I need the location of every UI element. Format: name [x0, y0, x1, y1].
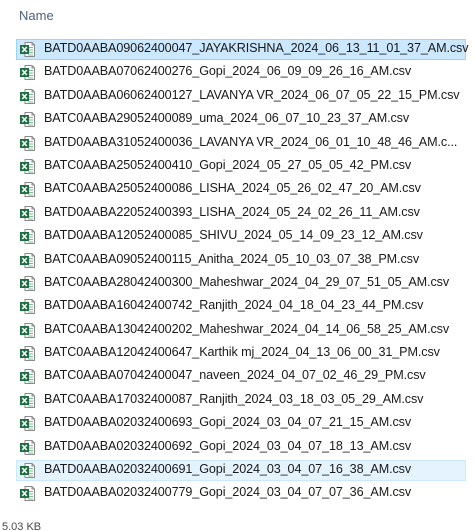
file-name[interactable]: BATC0AABA07042400047_naveen_2024_04_07_0… — [44, 368, 426, 382]
file-name[interactable]: BATC0AABA13042400202_Maheshwar_2024_04_1… — [44, 322, 449, 336]
file-name[interactable]: BATD0AABA22052400393_LISHA_2024_05_24_02… — [44, 205, 420, 219]
file-row[interactable]: BATC0AABA09052400115_Anitha_2024_05_10_0… — [0, 249, 474, 272]
file-row[interactable]: BATD0AABA09062400047_JAYAKRISHNA_2024_06… — [0, 38, 474, 61]
file-name[interactable]: BATD0AABA06062400127_LAVANYA VR_2024_06_… — [44, 88, 460, 102]
file-row[interactable]: BATD0AABA12052400085_SHIVU_2024_05_14_09… — [0, 225, 474, 248]
excel-csv-icon — [20, 112, 35, 128]
excel-csv-icon — [20, 346, 35, 362]
file-name[interactable]: BATD0AABA16042400742_Ranjith_2024_04_18_… — [44, 298, 423, 312]
file-name[interactable]: BATD0AABA12052400085_SHIVU_2024_05_14_09… — [44, 228, 423, 242]
file-row[interactable]: BATD0AABA31052400036_LAVANYA VR_2024_06_… — [0, 132, 474, 155]
excel-csv-icon — [20, 322, 35, 338]
excel-csv-icon — [20, 392, 35, 408]
column-header[interactable]: Name — [0, 0, 474, 34]
file-name[interactable]: BATC0AABA09052400115_Anitha_2024_05_10_0… — [44, 252, 419, 266]
file-row[interactable]: BATD0AABA07062400276_Gopi_2024_06_09_09_… — [0, 61, 474, 84]
column-header-name[interactable]: Name — [19, 8, 54, 23]
file-name[interactable]: BATC0AABA17032400087_Ranjith_2024_03_18_… — [44, 392, 423, 406]
file-row[interactable]: BATC0AABA25052400410_Gopi_2024_05_27_05_… — [0, 155, 474, 178]
file-row[interactable]: BATD0AABA02032400691_Gopi_2024_03_04_07_… — [0, 459, 474, 482]
file-name[interactable]: BATD0AABA02032400691_Gopi_2024_03_04_07_… — [44, 462, 411, 476]
file-row[interactable]: BATC0AABA29052400089_uma_2024_06_07_10_2… — [0, 108, 474, 131]
excel-csv-icon — [20, 182, 35, 198]
status-text: 5.03 KB — [2, 521, 42, 531]
file-row[interactable]: BATC0AABA13042400202_Maheshwar_2024_04_1… — [0, 319, 474, 342]
file-row[interactable]: BATC0AABA28042400300_Maheshwar_2024_04_2… — [0, 272, 474, 295]
excel-csv-icon — [20, 252, 35, 268]
excel-csv-icon — [20, 158, 35, 174]
file-row[interactable]: BATC0AABA12042400647_Karthik mj_2024_04_… — [0, 342, 474, 365]
excel-csv-icon — [20, 463, 35, 479]
file-name[interactable]: BATD0AABA31052400036_LAVANYA VR_2024_06_… — [44, 135, 457, 149]
excel-csv-icon — [20, 299, 35, 315]
file-row[interactable]: BATC0AABA25052400086_LISHA_2024_05_26_02… — [0, 178, 474, 201]
file-explorer-pane: Name BATD0AABA09062400047_JAYAKRISHNA_20… — [0, 0, 474, 531]
file-name[interactable]: BATC0AABA29052400089_uma_2024_06_07_10_2… — [44, 111, 409, 125]
file-row[interactable]: BATD0AABA22052400393_LISHA_2024_05_24_02… — [0, 202, 474, 225]
status-bar: 5.03 KB — [0, 520, 474, 531]
file-row[interactable]: BATD0AABA02032400693_Gopi_2024_03_04_07_… — [0, 412, 474, 435]
excel-csv-icon — [20, 135, 35, 151]
excel-csv-icon — [20, 439, 35, 455]
file-name[interactable]: BATC0AABA25052400086_LISHA_2024_05_26_02… — [44, 181, 421, 195]
file-name[interactable]: BATD0AABA02032400692_Gopi_2024_03_04_07_… — [44, 439, 411, 453]
file-name[interactable]: BATC0AABA12042400647_Karthik mj_2024_04_… — [44, 345, 440, 359]
excel-csv-icon — [20, 229, 35, 245]
file-row[interactable]: BATD0AABA06062400127_LAVANYA VR_2024_06_… — [0, 85, 474, 108]
file-row[interactable]: BATD0AABA02032400779_Gopi_2024_03_04_07_… — [0, 482, 474, 505]
file-name[interactable]: BATC0AABA28042400300_Maheshwar_2024_04_2… — [44, 275, 449, 289]
excel-csv-icon — [20, 369, 35, 385]
file-list: BATD0AABA09062400047_JAYAKRISHNA_2024_06… — [0, 38, 474, 506]
excel-csv-icon — [20, 88, 35, 104]
file-name[interactable]: BATC0AABA25052400410_Gopi_2024_05_27_05_… — [44, 158, 411, 172]
file-name[interactable]: BATD0AABA02032400693_Gopi_2024_03_04_07_… — [44, 415, 411, 429]
excel-csv-icon — [20, 65, 35, 81]
file-row[interactable]: BATC0AABA17032400087_Ranjith_2024_03_18_… — [0, 389, 474, 412]
excel-csv-icon — [20, 205, 35, 221]
file-row[interactable]: BATD0AABA02032400692_Gopi_2024_03_04_07_… — [0, 436, 474, 459]
excel-csv-icon — [20, 275, 35, 291]
file-row[interactable]: BATC0AABA07042400047_naveen_2024_04_07_0… — [0, 365, 474, 388]
excel-csv-icon — [20, 416, 35, 432]
excel-csv-icon — [20, 42, 35, 57]
file-name[interactable]: BATD0AABA09062400047_JAYAKRISHNA_2024_06… — [44, 41, 469, 55]
file-name[interactable]: BATD0AABA02032400779_Gopi_2024_03_04_07_… — [44, 485, 411, 499]
file-row[interactable]: BATD0AABA16042400742_Ranjith_2024_04_18_… — [0, 295, 474, 318]
file-name[interactable]: BATD0AABA07062400276_Gopi_2024_06_09_09_… — [44, 64, 411, 78]
excel-csv-icon — [20, 486, 35, 502]
